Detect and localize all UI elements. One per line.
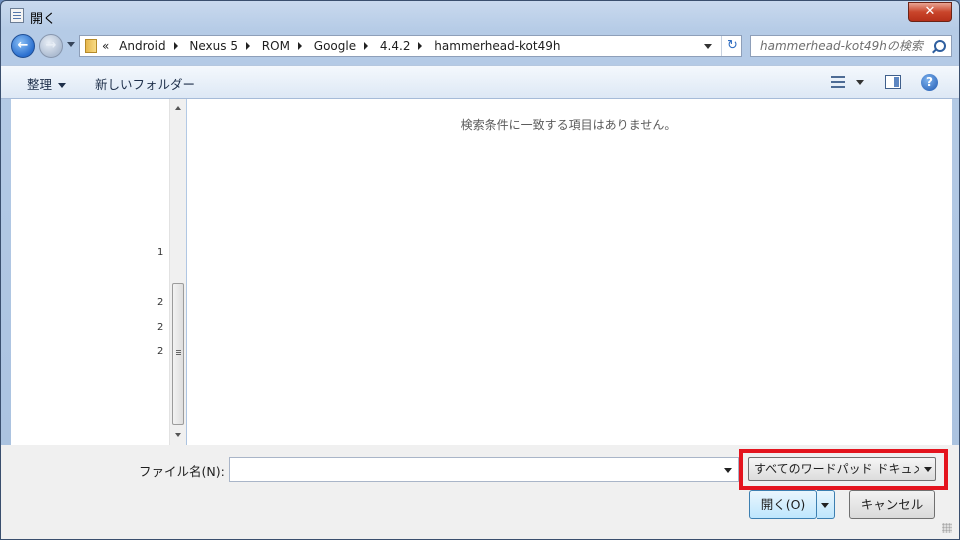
tree-fragment: 2 xyxy=(157,346,164,357)
folder-icon xyxy=(85,39,97,53)
breadcrumb: « Android Nexus 5 ROM Google 4.4.2 hamme… xyxy=(102,36,564,56)
breadcrumb-overflow-button[interactable]: « xyxy=(102,39,109,53)
view-options-icon[interactable] xyxy=(831,76,845,88)
tree-fragment: 1 xyxy=(157,247,164,258)
breadcrumb-separator-icon[interactable] xyxy=(173,42,178,50)
scrollbar-thumb[interactable] xyxy=(172,283,184,425)
grip-icon xyxy=(176,350,181,351)
breadcrumb-item-android[interactable]: Android xyxy=(119,36,165,56)
search-icon[interactable] xyxy=(934,40,946,52)
organize-label: 整理 xyxy=(27,77,53,92)
forward-button[interactable]: → xyxy=(39,34,63,58)
breadcrumb-separator-icon[interactable] xyxy=(364,42,369,50)
breadcrumb-item-442[interactable]: 4.4.2 xyxy=(380,36,411,56)
help-icon[interactable]: ? xyxy=(921,74,938,91)
search-box[interactable]: hammerhead-kot49hの検索 xyxy=(750,35,952,57)
breadcrumb-separator-icon[interactable] xyxy=(297,42,302,50)
back-button[interactable]: ← xyxy=(11,34,35,58)
navigation-pane[interactable] xyxy=(11,99,169,445)
file-list[interactable]: 検索条件に一致する項目はありません。 xyxy=(187,99,952,445)
open-file-dialog: 開く ✕ ← → « Android Nexus 5 ROM Google 4.… xyxy=(0,0,960,540)
address-history-dropdown[interactable] xyxy=(704,44,712,49)
dialog-footer: ファイル名(N): すべてのワードパッド ドキュメント 開く(O) キャンセル xyxy=(1,445,959,539)
open-options-dropdown[interactable] xyxy=(817,490,835,519)
preview-pane-icon[interactable] xyxy=(885,75,901,89)
close-button[interactable]: ✕ xyxy=(908,2,952,22)
resize-grip-icon[interactable] xyxy=(942,523,952,533)
new-folder-button[interactable]: 新しいフォルダー xyxy=(95,74,195,93)
view-options-dropdown[interactable] xyxy=(856,80,864,85)
navigation-bar: ← → « Android Nexus 5 ROM Google 4.4.2 h… xyxy=(1,31,959,63)
breadcrumb-separator-icon[interactable] xyxy=(418,42,423,50)
breadcrumb-separator-icon[interactable] xyxy=(245,42,250,50)
breadcrumb-item-rom[interactable]: ROM xyxy=(262,36,290,56)
refresh-button[interactable]: ↻ xyxy=(721,36,743,56)
recent-locations-dropdown[interactable] xyxy=(67,42,75,47)
cancel-button[interactable]: キャンセル xyxy=(849,490,935,519)
tree-fragment: 2 xyxy=(157,322,164,333)
file-type-value: すべてのワードパッド ドキュメント xyxy=(754,462,919,476)
address-bar[interactable]: « Android Nexus 5 ROM Google 4.4.2 hamme… xyxy=(79,35,742,57)
chevron-down-icon xyxy=(924,467,932,472)
file-type-select[interactable]: すべてのワードパッド ドキュメント xyxy=(748,457,936,481)
title-bar: 開く ✕ xyxy=(1,1,959,31)
empty-results-message: 検索条件に一致する項目はありません。 xyxy=(460,118,677,132)
organize-menu-button[interactable]: 整理 xyxy=(27,74,67,93)
scroll-down-icon[interactable] xyxy=(175,433,181,437)
breadcrumb-item-google[interactable]: Google xyxy=(314,36,356,56)
open-button[interactable]: 開く(O) xyxy=(749,490,817,519)
scroll-up-icon[interactable] xyxy=(175,106,181,110)
navigation-pane-scrollbar[interactable] xyxy=(169,99,186,445)
filename-label: ファイル名(N): xyxy=(139,464,225,479)
breadcrumb-item-hammerhead[interactable]: hammerhead-kot49h xyxy=(434,36,560,56)
search-input[interactable]: hammerhead-kot49hの検索 xyxy=(760,36,923,56)
breadcrumb-item-nexus5[interactable]: Nexus 5 xyxy=(189,36,238,56)
filename-field[interactable] xyxy=(229,457,739,482)
wordpad-icon xyxy=(10,8,24,23)
command-toolbar: 整理 新しいフォルダー ? xyxy=(1,65,959,99)
chevron-down-icon xyxy=(58,83,67,88)
window-title: 開く xyxy=(30,12,57,27)
back-arrow-icon: ← xyxy=(17,38,29,53)
filename-history-dropdown[interactable] xyxy=(724,468,732,473)
tree-fragment: 2 xyxy=(157,297,164,308)
forward-arrow-icon: → xyxy=(45,38,57,53)
